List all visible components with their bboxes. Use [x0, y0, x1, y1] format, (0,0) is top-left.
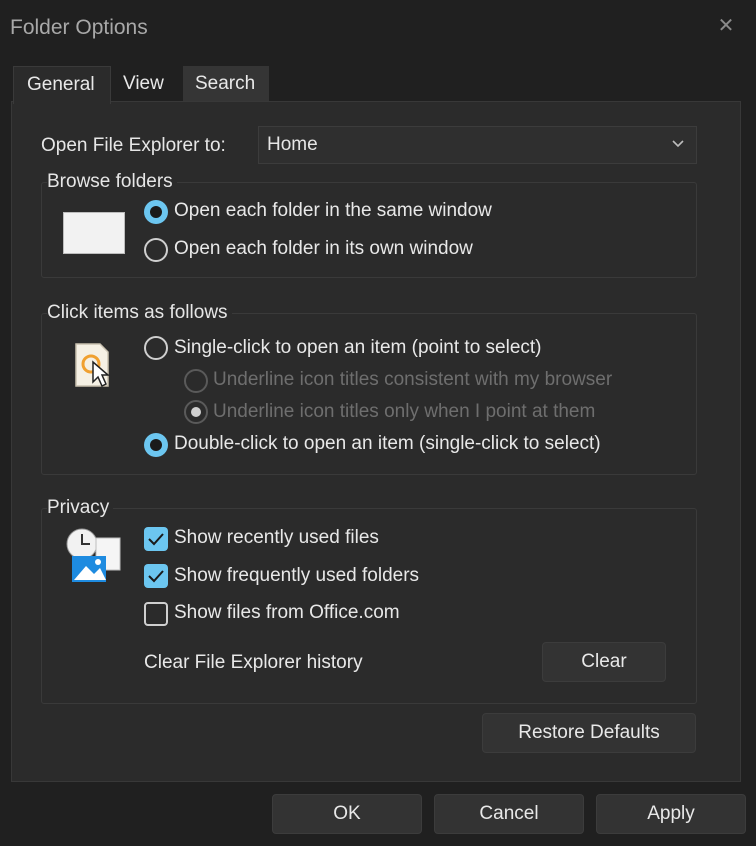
close-icon[interactable]: ✕ [714, 14, 738, 38]
restore-defaults-button[interactable]: Restore Defaults [482, 713, 696, 753]
open-explorer-label: Open File Explorer to: [41, 135, 226, 156]
tab-general[interactable]: General [13, 66, 111, 104]
folder-options-window: Folder Options ✕ General View Search Ope… [0, 0, 756, 846]
clear-history-label: Clear File Explorer history [144, 652, 363, 673]
chevron-down-icon [672, 140, 684, 148]
browse-folders-title: Browse folders [47, 171, 177, 193]
office-files-label: Show files from Office.com [174, 602, 400, 623]
radio-single-click[interactable] [144, 336, 168, 360]
frequent-folders-label: Show frequently used folders [174, 565, 420, 586]
recent-files-label: Show recently used files [174, 527, 379, 548]
privacy-title: Privacy [47, 497, 114, 519]
radio-underline-consistent[interactable] [184, 369, 208, 393]
cancel-button[interactable]: Cancel [434, 794, 584, 834]
checkbox-recent-files[interactable] [144, 527, 168, 551]
browse-folders-group [41, 182, 697, 278]
radio-own-window[interactable] [144, 238, 168, 262]
checkbox-office-files[interactable] [144, 602, 168, 626]
clear-button[interactable]: Clear [542, 642, 666, 682]
window-preview-icon [63, 212, 125, 254]
ok-button[interactable]: OK [272, 794, 422, 834]
tab-search[interactable]: Search [183, 66, 269, 102]
underline-point-label: Underline icon titles only when I point … [213, 401, 596, 422]
own-window-label: Open each folder in its own window [174, 238, 473, 259]
double-click-label: Double-click to open an item (single-cli… [174, 433, 601, 454]
open-explorer-value: Home [267, 134, 318, 155]
radio-same-window[interactable] [144, 200, 168, 224]
same-window-label: Open each folder in the same window [174, 200, 492, 221]
open-explorer-row: Open File Explorer to: Home [41, 126, 697, 164]
single-click-label: Single-click to open an item (point to s… [174, 337, 542, 358]
window-title: Folder Options [10, 16, 148, 39]
radio-double-click[interactable] [144, 433, 168, 457]
open-explorer-dropdown[interactable]: Home [258, 126, 697, 164]
tab-view[interactable]: View [111, 66, 183, 102]
click-items-title: Click items as follows [47, 302, 232, 324]
underline-consistent-label: Underline icon titles consistent with my… [213, 369, 613, 390]
privacy-files-icon [66, 528, 121, 582]
checkbox-frequent-folders[interactable] [144, 564, 168, 588]
radio-underline-point[interactable] [184, 400, 208, 424]
apply-button[interactable]: Apply [596, 794, 746, 834]
pointer-click-icon [75, 343, 111, 388]
